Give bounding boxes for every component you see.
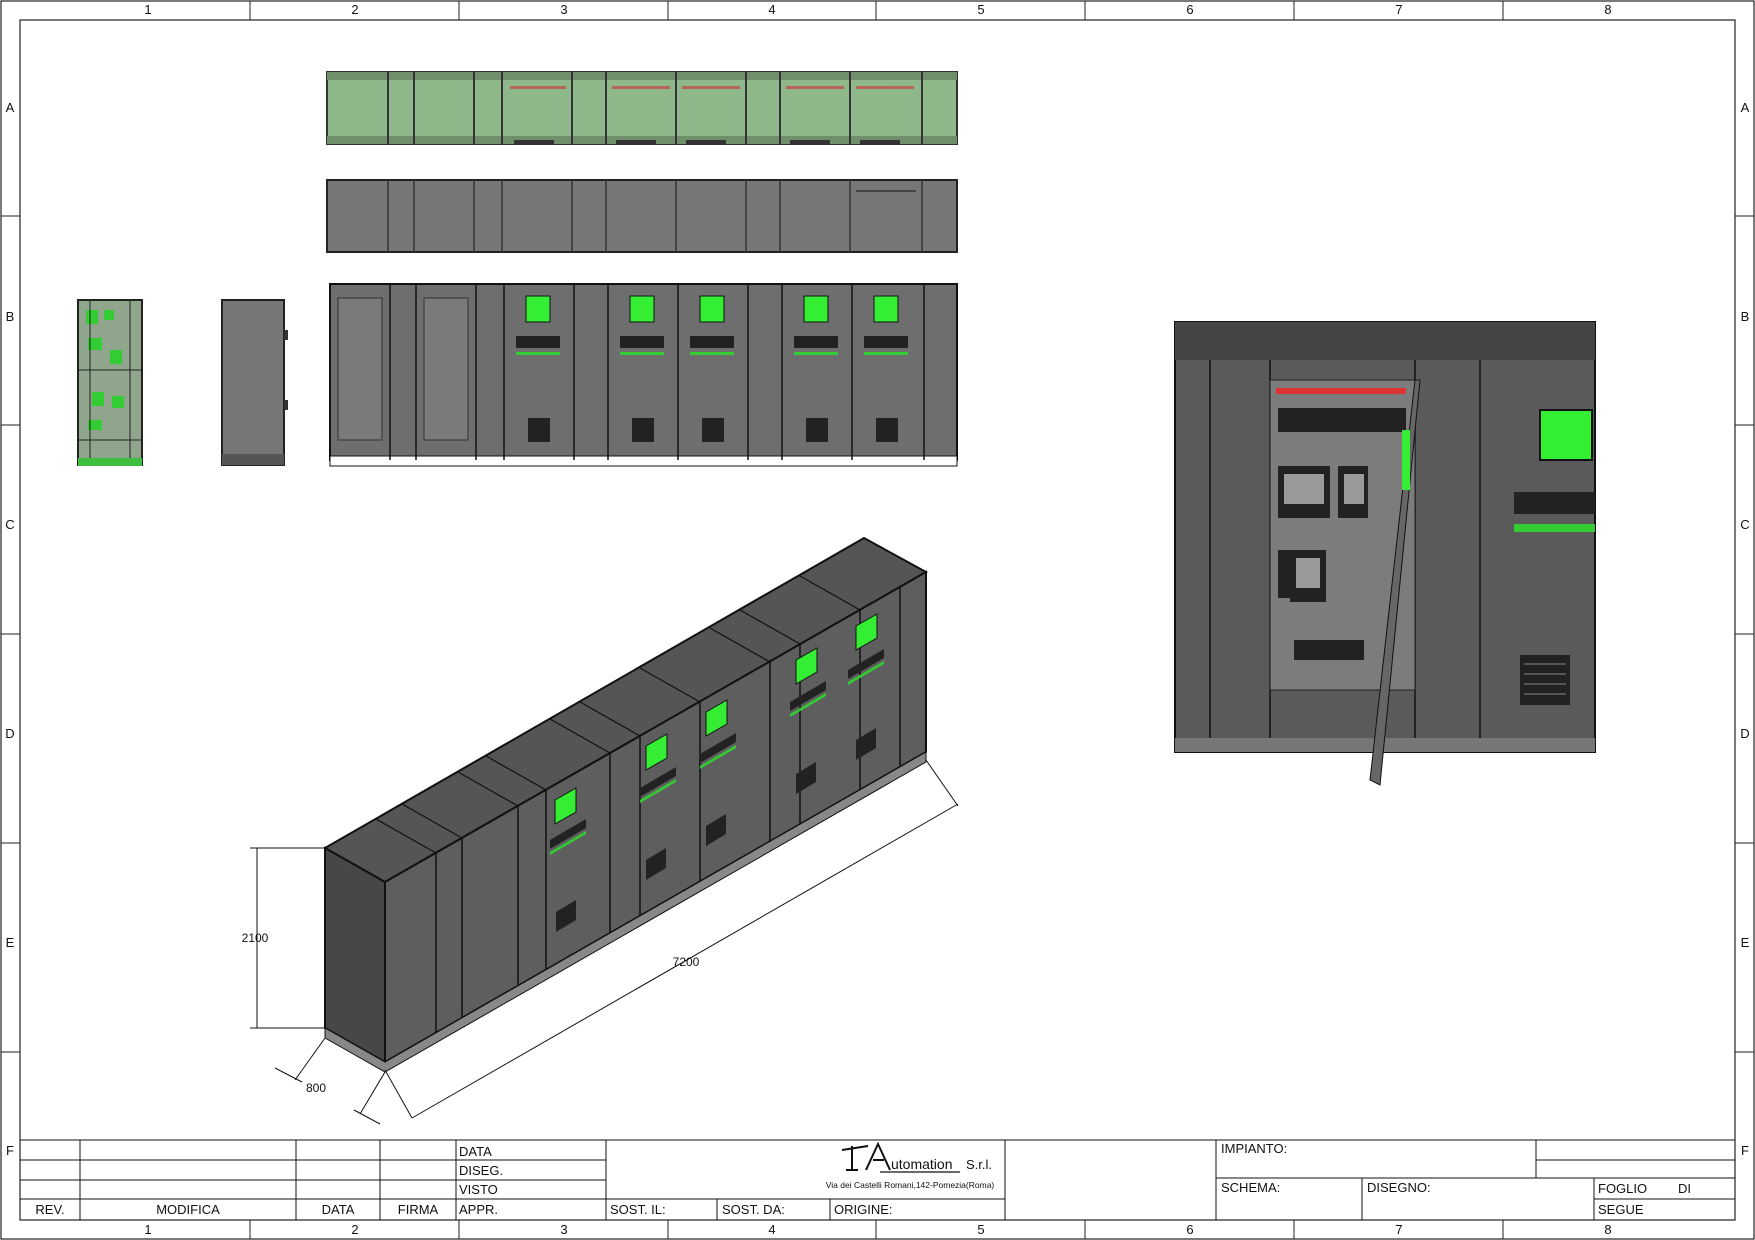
col-label: 7: [1395, 1222, 1402, 1237]
col-label: 3: [560, 1222, 567, 1237]
logo-suffix: S.r.l.: [966, 1157, 992, 1172]
col-label: 1: [144, 2, 151, 17]
diseg-label: DISEG.: [459, 1163, 503, 1178]
side-view-solid: [221, 299, 288, 466]
row-labels-right: A B C D E F: [1740, 100, 1749, 1158]
impianto-label: IMPIANTO:: [1221, 1141, 1287, 1156]
row-label: B: [1741, 309, 1750, 324]
row-label: E: [1741, 935, 1750, 950]
col-label: 2: [351, 1222, 358, 1237]
column-labels-top: 1 2 3 4 5 6 7 8: [144, 2, 1611, 17]
row-label: D: [1740, 726, 1749, 741]
row-label: F: [6, 1143, 14, 1158]
appr-label: APPR.: [459, 1202, 498, 1217]
col-label: 5: [977, 1222, 984, 1237]
schema-label: SCHEMA:: [1221, 1180, 1280, 1195]
row-label: E: [6, 935, 15, 950]
col-label: 2: [351, 2, 358, 17]
top-view-solid: [326, 179, 958, 253]
row-label: A: [6, 100, 15, 115]
segue-label: SEGUE: [1598, 1202, 1644, 1217]
isometric-view: [322, 536, 929, 1073]
col-label: 4: [768, 1222, 775, 1237]
side-view-transparent: [77, 299, 143, 466]
rev-label: REV.: [35, 1202, 64, 1217]
top-view-transparent: [326, 71, 958, 145]
col-label: 5: [977, 2, 984, 17]
dimension-depth: 800: [306, 1081, 326, 1095]
col-label: 8: [1604, 1222, 1611, 1237]
dimension-height: 2100: [242, 931, 269, 945]
row-label: D: [5, 726, 14, 741]
col-label: 3: [560, 2, 567, 17]
row-label: F: [1741, 1143, 1749, 1158]
company-logo: utomation S.r.l. Via dei Castelli Romani…: [826, 1141, 995, 1190]
data-label: DATA: [322, 1202, 355, 1217]
foglio-label: FOGLIO: [1598, 1181, 1647, 1196]
detail-view-open-cabinet: [1174, 321, 1596, 786]
front-view: [329, 283, 958, 467]
drawing-sheet: 1 2 3 4 5 6 7 8 1 2 3 4 5 6 7 8 A B C D …: [0, 0, 1755, 1240]
modifica-label: MODIFICA: [156, 1202, 220, 1217]
di-label: DI: [1678, 1181, 1691, 1196]
origine-label: ORIGINE:: [834, 1202, 893, 1217]
col-label: 1: [144, 1222, 151, 1237]
sost-il-label: SOST. IL:: [610, 1202, 666, 1217]
col-label: 8: [1604, 2, 1611, 17]
col-label: 4: [768, 2, 775, 17]
row-label: B: [6, 309, 15, 324]
disegno-label: DISEGNO:: [1367, 1180, 1431, 1195]
column-labels-bottom: 1 2 3 4 5 6 7 8: [144, 1222, 1611, 1237]
col-label: 7: [1395, 2, 1402, 17]
row-label: A: [1741, 100, 1750, 115]
row-label: C: [5, 517, 14, 532]
row-label: C: [1740, 517, 1749, 532]
col-label: 6: [1186, 1222, 1193, 1237]
col-label: 6: [1186, 2, 1193, 17]
sost-da-label: SOST. DA:: [722, 1202, 785, 1217]
company-address: Via dei Castelli Romani,142-Pomezia(Roma…: [826, 1180, 995, 1190]
row-labels-left: A B C D E F: [5, 100, 14, 1158]
firma-label: FIRMA: [398, 1202, 439, 1217]
data-row-label: DATA: [459, 1144, 492, 1159]
logo-word: utomation: [891, 1156, 952, 1172]
visto-label: VISTO: [459, 1182, 498, 1197]
dimension-length: 7200: [673, 955, 700, 969]
